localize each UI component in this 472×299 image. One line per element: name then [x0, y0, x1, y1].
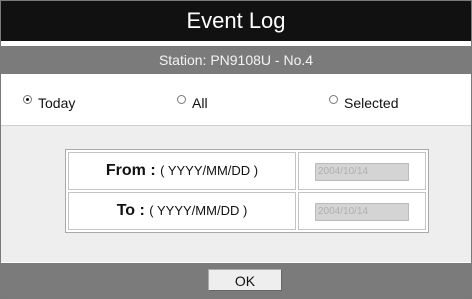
- date-range-panel: From : ( YYYY/MM/DD ) To : ( YYYY/MM/DD …: [1, 126, 471, 262]
- radio-all-label: All: [192, 95, 208, 111]
- from-label-cell: From : ( YYYY/MM/DD ): [68, 152, 296, 190]
- to-date-input[interactable]: [315, 202, 409, 221]
- radio-all-dot[interactable]: [177, 94, 186, 104]
- from-input-cell: [298, 152, 426, 190]
- to-row: To : ( YYYY/MM/DD ): [68, 192, 426, 230]
- radio-selected-dot[interactable]: [329, 94, 338, 104]
- station-label: Station: PN9108U - No.4: [1, 46, 471, 74]
- ok-button[interactable]: OK: [208, 269, 282, 291]
- date-range-table: From : ( YYYY/MM/DD ) To : ( YYYY/MM/DD …: [65, 149, 429, 233]
- to-label-cell: To : ( YYYY/MM/DD ): [68, 192, 296, 230]
- page-title: Event Log: [1, 1, 471, 41]
- to-input-cell: [298, 192, 426, 230]
- radio-today[interactable]: Today: [23, 93, 75, 113]
- from-date-input[interactable]: [315, 162, 409, 181]
- radio-selected-label: Selected: [344, 95, 399, 111]
- filter-options: Today All Selected: [1, 79, 471, 125]
- radio-today-dot[interactable]: [23, 94, 32, 104]
- radio-all[interactable]: All: [177, 93, 208, 113]
- event-log-window: Event Log Station: PN9108U - No.4 Today …: [0, 0, 472, 299]
- to-label: To :: [116, 202, 145, 219]
- to-format-hint: ( YYYY/MM/DD ): [149, 203, 248, 218]
- radio-today-label: Today: [38, 95, 76, 111]
- from-row: From : ( YYYY/MM/DD ): [68, 152, 426, 190]
- from-label: From :: [105, 162, 156, 179]
- from-format-hint: ( YYYY/MM/DD ): [160, 163, 259, 178]
- footer-bar: OK: [1, 263, 471, 298]
- radio-selected[interactable]: Selected: [329, 93, 398, 113]
